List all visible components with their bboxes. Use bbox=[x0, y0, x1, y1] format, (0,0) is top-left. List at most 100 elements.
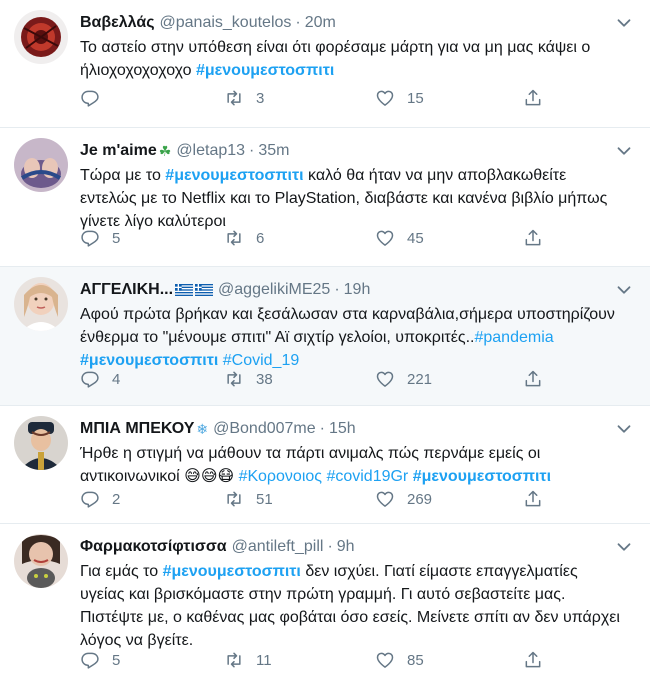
like-button[interactable]: 269 bbox=[375, 489, 432, 509]
retweet-button[interactable]: 6 bbox=[224, 228, 276, 248]
separator-dot: · bbox=[319, 420, 325, 437]
hashtag-link[interactable]: #covid19Gr bbox=[326, 468, 408, 485]
hashtag-link[interactable]: #μενουμεστοσπιτι bbox=[163, 563, 301, 580]
avatar[interactable] bbox=[14, 534, 68, 588]
tweet-text: Το αστείο στην υπόθεση είναι ότι φορέσαμ… bbox=[80, 36, 625, 82]
avatar[interactable] bbox=[14, 10, 68, 64]
retweet-icon bbox=[227, 90, 241, 106]
hashtag-link[interactable]: #μενουμεστοσπιτι bbox=[196, 62, 334, 79]
user-handle[interactable]: @panais_koutelos bbox=[160, 14, 292, 32]
tweet[interactable]: Βαβελλάς @panais_koutelos · 20m Το αστεί… bbox=[0, 0, 650, 128]
tweet-feed: Βαβελλάς @panais_koutelos · 20m Το αστεί… bbox=[0, 0, 650, 684]
timestamp[interactable]: 20m bbox=[305, 14, 336, 32]
timestamp[interactable]: 19h bbox=[344, 281, 371, 299]
share-icon bbox=[525, 229, 541, 246]
chevron-down-icon[interactable] bbox=[613, 536, 635, 558]
timestamp[interactable]: 35m bbox=[258, 142, 289, 160]
retweet-button[interactable]: 38 bbox=[224, 369, 276, 389]
retweet-count: 3 bbox=[256, 89, 265, 107]
tweet-text-segment: Το αστείο στην υπόθεση είναι ότι φορέσαμ… bbox=[80, 39, 591, 79]
tweet-text: Για εμάς το #μενουμεστοσπιτι δεν ισχύει.… bbox=[80, 560, 625, 652]
retweet-button[interactable]: 11 bbox=[224, 650, 276, 670]
greek-flag-icon bbox=[175, 284, 194, 296]
tweet[interactable]: ΑΓΓΕΛΙΚΗ... @aggelikiME25 · 19h Αφού πρώ… bbox=[0, 267, 650, 406]
share-icon bbox=[525, 89, 541, 106]
reply-count: 5 bbox=[112, 651, 121, 669]
display-name[interactable]: ΜΠΙΑ ΜΠΕΚΟΥ bbox=[80, 420, 194, 438]
retweet-icon bbox=[227, 230, 241, 246]
user-handle[interactable]: @antileft_pill bbox=[232, 538, 324, 556]
hashtag-link[interactable]: #Covid_19 bbox=[223, 352, 300, 369]
hashtag-link[interactable]: #pandemia bbox=[474, 329, 553, 346]
heart-icon bbox=[376, 90, 394, 106]
share-button[interactable] bbox=[523, 228, 543, 248]
retweet-icon bbox=[227, 491, 241, 507]
like-count: 45 bbox=[407, 229, 424, 247]
share-button[interactable] bbox=[523, 489, 543, 509]
like-count: 269 bbox=[407, 490, 433, 508]
chevron-down-icon[interactable] bbox=[613, 140, 635, 162]
retweet-icon bbox=[227, 652, 241, 668]
avatar[interactable] bbox=[14, 138, 68, 192]
display-name[interactable]: Φαρμακοτσίφτισσα bbox=[80, 538, 227, 556]
reply-button[interactable]: 2 bbox=[80, 489, 132, 509]
like-button[interactable]: 15 bbox=[375, 88, 427, 108]
heart-icon bbox=[376, 491, 394, 507]
avatar[interactable] bbox=[14, 277, 68, 331]
retweet-button[interactable]: 3 bbox=[224, 88, 276, 108]
display-name[interactable]: Βαβελλάς bbox=[80, 14, 155, 32]
chevron-down-icon[interactable] bbox=[613, 418, 635, 440]
share-button[interactable] bbox=[523, 650, 543, 670]
like-count: 15 bbox=[407, 89, 424, 107]
user-handle[interactable]: @Bond007me bbox=[213, 420, 316, 438]
retweet-count: 11 bbox=[256, 651, 272, 669]
share-icon bbox=[525, 651, 541, 668]
share-icon bbox=[525, 370, 541, 387]
timestamp[interactable]: 9h bbox=[337, 538, 355, 556]
reply-button[interactable]: 5 bbox=[80, 650, 132, 670]
user-handle[interactable]: @letap13 bbox=[176, 142, 245, 160]
greek-flag-icon bbox=[195, 284, 214, 296]
reply-button[interactable]: 4 bbox=[80, 369, 132, 389]
share-button[interactable] bbox=[523, 369, 543, 389]
name-badge: ☘ bbox=[158, 142, 172, 159]
tweet-text-segment: Για εμάς το bbox=[80, 563, 163, 580]
hashtag-link[interactable]: #Κορονοιος bbox=[239, 468, 322, 485]
separator-dot: · bbox=[327, 538, 333, 555]
reply-button[interactable]: 5 bbox=[80, 228, 132, 248]
avatar[interactable] bbox=[14, 416, 68, 470]
like-button[interactable]: 85 bbox=[375, 650, 427, 670]
retweet-count: 51 bbox=[256, 490, 273, 508]
emoji-text: 😅😅😷 bbox=[184, 468, 235, 485]
reply-icon bbox=[81, 371, 99, 388]
tweet[interactable]: ΜΠΙΑ ΜΠΕΚΟΥ ❄ @Bond007me · 15h Ήρθε η στ… bbox=[0, 406, 650, 524]
like-button[interactable]: 45 bbox=[375, 228, 427, 248]
reply-icon bbox=[81, 230, 99, 247]
reply-icon bbox=[81, 90, 99, 107]
chevron-down-icon[interactable] bbox=[613, 12, 635, 34]
tweet-text: Τώρα με το #μενουμεστοσπιτι καλό θα ήταν… bbox=[80, 164, 625, 233]
tweet[interactable]: Φαρμακοτσίφτισσα @antileft_pill · 9h Για… bbox=[0, 524, 650, 684]
share-icon bbox=[525, 490, 541, 507]
separator-dot: · bbox=[249, 142, 255, 159]
timestamp[interactable]: 15h bbox=[329, 420, 356, 438]
reply-icon bbox=[81, 491, 99, 508]
retweet-count: 6 bbox=[256, 229, 265, 247]
display-name[interactable]: ΑΓΓΕΛΙΚΗ... bbox=[80, 281, 173, 299]
retweet-count: 38 bbox=[256, 370, 273, 388]
heart-icon bbox=[376, 652, 394, 668]
reply-button[interactable] bbox=[80, 88, 132, 108]
chevron-down-icon[interactable] bbox=[613, 279, 635, 301]
user-handle[interactable]: @aggelikiME25 bbox=[218, 281, 330, 299]
share-button[interactable] bbox=[523, 88, 543, 108]
tweet-text-segment: Τώρα με το bbox=[80, 167, 166, 184]
retweet-icon bbox=[227, 371, 241, 387]
tweet[interactable]: Je m'aime ☘ @letap13 · 35m Τώρα με το #μ… bbox=[0, 128, 650, 267]
like-button[interactable]: 221 bbox=[375, 369, 432, 389]
display-name[interactable]: Je m'aime bbox=[80, 142, 157, 160]
retweet-button[interactable]: 51 bbox=[224, 489, 276, 509]
tweet-text: Αφού πρώτα βρήκαν και ξεσάλωσαν στα καρν… bbox=[80, 303, 625, 372]
hashtag-link[interactable]: #μενουμεστοσπιτι bbox=[413, 468, 551, 485]
hashtag-link[interactable]: #μενουμεστοσπιτι bbox=[165, 167, 303, 184]
hashtag-link[interactable]: #μενουμεστοσπιτι bbox=[80, 352, 218, 369]
